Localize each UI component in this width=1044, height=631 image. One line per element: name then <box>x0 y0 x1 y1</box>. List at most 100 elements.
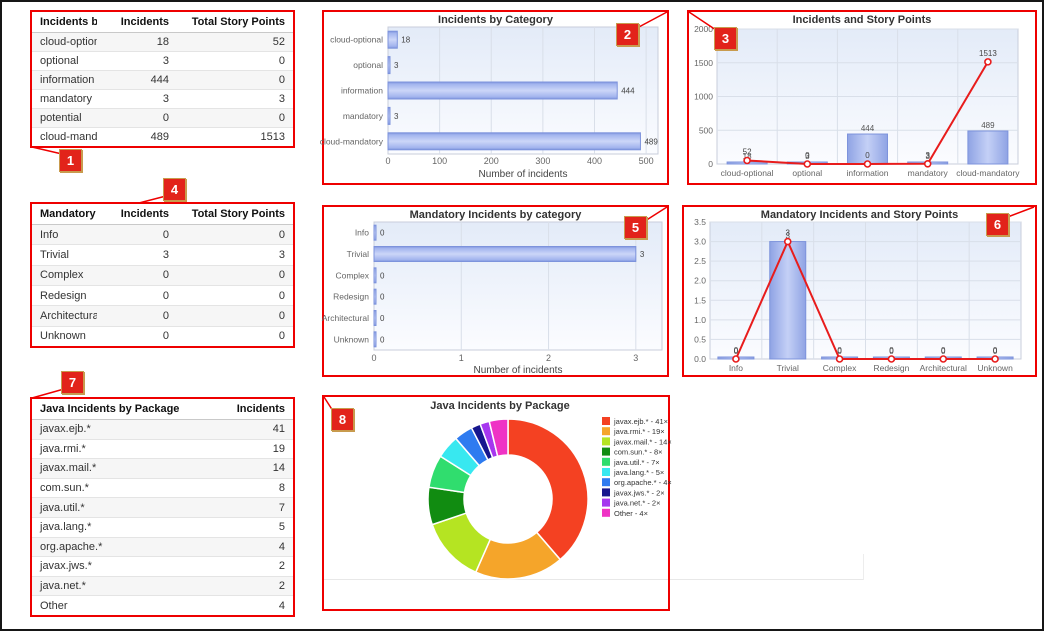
row-value: 0 <box>97 326 177 346</box>
svg-text:2000: 2000 <box>694 24 713 34</box>
svg-text:500: 500 <box>699 125 713 135</box>
row-value: 3 <box>177 90 293 109</box>
table-row: java.lang.*5 <box>32 517 293 537</box>
svg-text:information: information <box>846 168 888 178</box>
svg-text:400: 400 <box>587 156 602 166</box>
table-row: javax.jws.*2 <box>32 557 293 577</box>
svg-text:3: 3 <box>633 353 638 363</box>
svg-text:javax.ejb.* - 41×: javax.ejb.* - 41× <box>613 417 668 426</box>
table-row: Redesign00 <box>32 285 293 305</box>
svg-text:Architectural: Architectural <box>920 363 967 373</box>
row-value: 0 <box>97 285 177 305</box>
highlight-box-6: Mandatory Incidents and Story Points0.00… <box>682 205 1037 377</box>
highlight-box-8: Java Incidents by Package javax.ejb.* - 4… <box>322 395 670 611</box>
svg-text:Mandatory Incidents and Story: Mandatory Incidents and Story Points <box>761 209 958 221</box>
row-value: 0 <box>177 306 293 326</box>
svg-text:200: 200 <box>484 156 499 166</box>
row-label: java.net.* <box>32 576 197 596</box>
table-row: information4440 <box>32 71 293 90</box>
mandatory-incidents-by-type-table: Mandatory Incidents by TypeIncidentsTota… <box>32 204 293 346</box>
svg-text:1000: 1000 <box>694 92 713 102</box>
annotation-badge-1: 1 <box>59 149 82 172</box>
svg-text:0: 0 <box>380 229 385 238</box>
row-label: cloud-mandatory <box>32 128 97 147</box>
table-header-row: Mandatory Incidents by TypeIncidentsTota… <box>32 204 293 225</box>
table-row: cloud-mandatory4891513 <box>32 128 293 147</box>
table-row: Trivial33 <box>32 245 293 265</box>
row-label: java.util.* <box>32 498 197 518</box>
svg-text:javax.jws.* - 2×: javax.jws.* - 2× <box>613 488 665 497</box>
row-value: 8 <box>197 478 293 498</box>
svg-text:Complex: Complex <box>335 270 369 280</box>
row-value: 4 <box>197 537 293 557</box>
row-label: javax.mail.* <box>32 459 197 479</box>
table-row: Complex00 <box>32 265 293 285</box>
svg-text:Unknown: Unknown <box>977 363 1013 373</box>
svg-text:Incidents by Category: Incidents by Category <box>438 14 554 26</box>
annotation-badge-6: 6 <box>986 213 1009 236</box>
svg-text:1500: 1500 <box>694 58 713 68</box>
svg-text:Number of incidents: Number of incidents <box>479 169 568 180</box>
table-header-row: Java Incidents by PackageIncidents <box>32 399 293 420</box>
svg-text:Redesign: Redesign <box>873 363 909 373</box>
row-label: potential <box>32 109 97 128</box>
svg-text:cloud-optional: cloud-optional <box>330 35 383 45</box>
row-value: 3 <box>97 90 177 109</box>
row-value: 2 <box>197 576 293 596</box>
java-incidents-by-package-table: Java Incidents by PackageIncidents javax.… <box>32 399 293 615</box>
row-value: 5 <box>197 517 293 537</box>
svg-text:Number of incidents: Number of incidents <box>474 365 563 376</box>
svg-text:1.0: 1.0 <box>694 315 706 325</box>
table-row: cloud-optional1852 <box>32 33 293 52</box>
row-label: Other <box>32 596 197 615</box>
row-label: optional <box>32 52 97 71</box>
highlight-box-4: Mandatory Incidents by TypeIncidentsTota… <box>30 202 295 348</box>
column-header: Incidents <box>97 12 177 33</box>
svg-text:0: 0 <box>805 151 810 160</box>
svg-text:Trivial: Trivial <box>777 363 799 373</box>
annotation-badge-2: 2 <box>616 23 639 46</box>
svg-text:0: 0 <box>837 346 842 355</box>
row-value: 0 <box>97 306 177 326</box>
svg-text:444: 444 <box>621 87 635 96</box>
svg-text:3: 3 <box>925 151 930 160</box>
svg-text:Info: Info <box>729 363 743 373</box>
svg-text:java.net.* - 2×: java.net.* - 2× <box>613 499 661 508</box>
svg-text:52: 52 <box>743 147 752 156</box>
column-header: Total Story Points <box>177 204 293 225</box>
row-value: 18 <box>97 33 177 52</box>
table-row: Other4 <box>32 596 293 615</box>
row-value: 3 <box>97 52 177 71</box>
row-label: Unknown <box>32 326 97 346</box>
annotation-badge-4: 4 <box>163 178 186 201</box>
row-value: 0 <box>177 71 293 90</box>
table-row: java.util.*7 <box>32 498 293 518</box>
svg-text:0: 0 <box>385 156 390 166</box>
row-value: 2 <box>197 557 293 577</box>
column-header: Incidents <box>97 204 177 225</box>
svg-text:444: 444 <box>861 124 875 133</box>
row-value: 444 <box>97 71 177 90</box>
row-value: 0 <box>177 265 293 285</box>
svg-text:0: 0 <box>380 271 385 280</box>
svg-text:Complex: Complex <box>823 363 857 373</box>
svg-text:Architectural: Architectural <box>322 313 369 323</box>
svg-text:1: 1 <box>459 353 464 363</box>
svg-text:0.5: 0.5 <box>694 334 706 344</box>
column-header: Mandatory Incidents by Type <box>32 204 97 225</box>
row-label: information <box>32 71 97 90</box>
column-header: Java Incidents by Package <box>32 399 197 420</box>
svg-text:Java Incidents by Package: Java Incidents by Package <box>430 400 569 412</box>
svg-text:2: 2 <box>546 353 551 363</box>
svg-text:3: 3 <box>394 112 399 121</box>
row-label: cloud-optional <box>32 33 97 52</box>
row-label: java.rmi.* <box>32 439 197 459</box>
row-value: 0 <box>97 109 177 128</box>
row-value: 0 <box>177 285 293 305</box>
svg-text:0: 0 <box>380 293 385 302</box>
table-row: java.rmi.*19 <box>32 439 293 459</box>
svg-text:3.0: 3.0 <box>694 237 706 247</box>
row-label: Redesign <box>32 285 97 305</box>
svg-text:Redesign: Redesign <box>333 292 369 302</box>
mandatory-incidents-by-category-chart: Mandatory Incidents by category01230Info… <box>324 207 667 375</box>
